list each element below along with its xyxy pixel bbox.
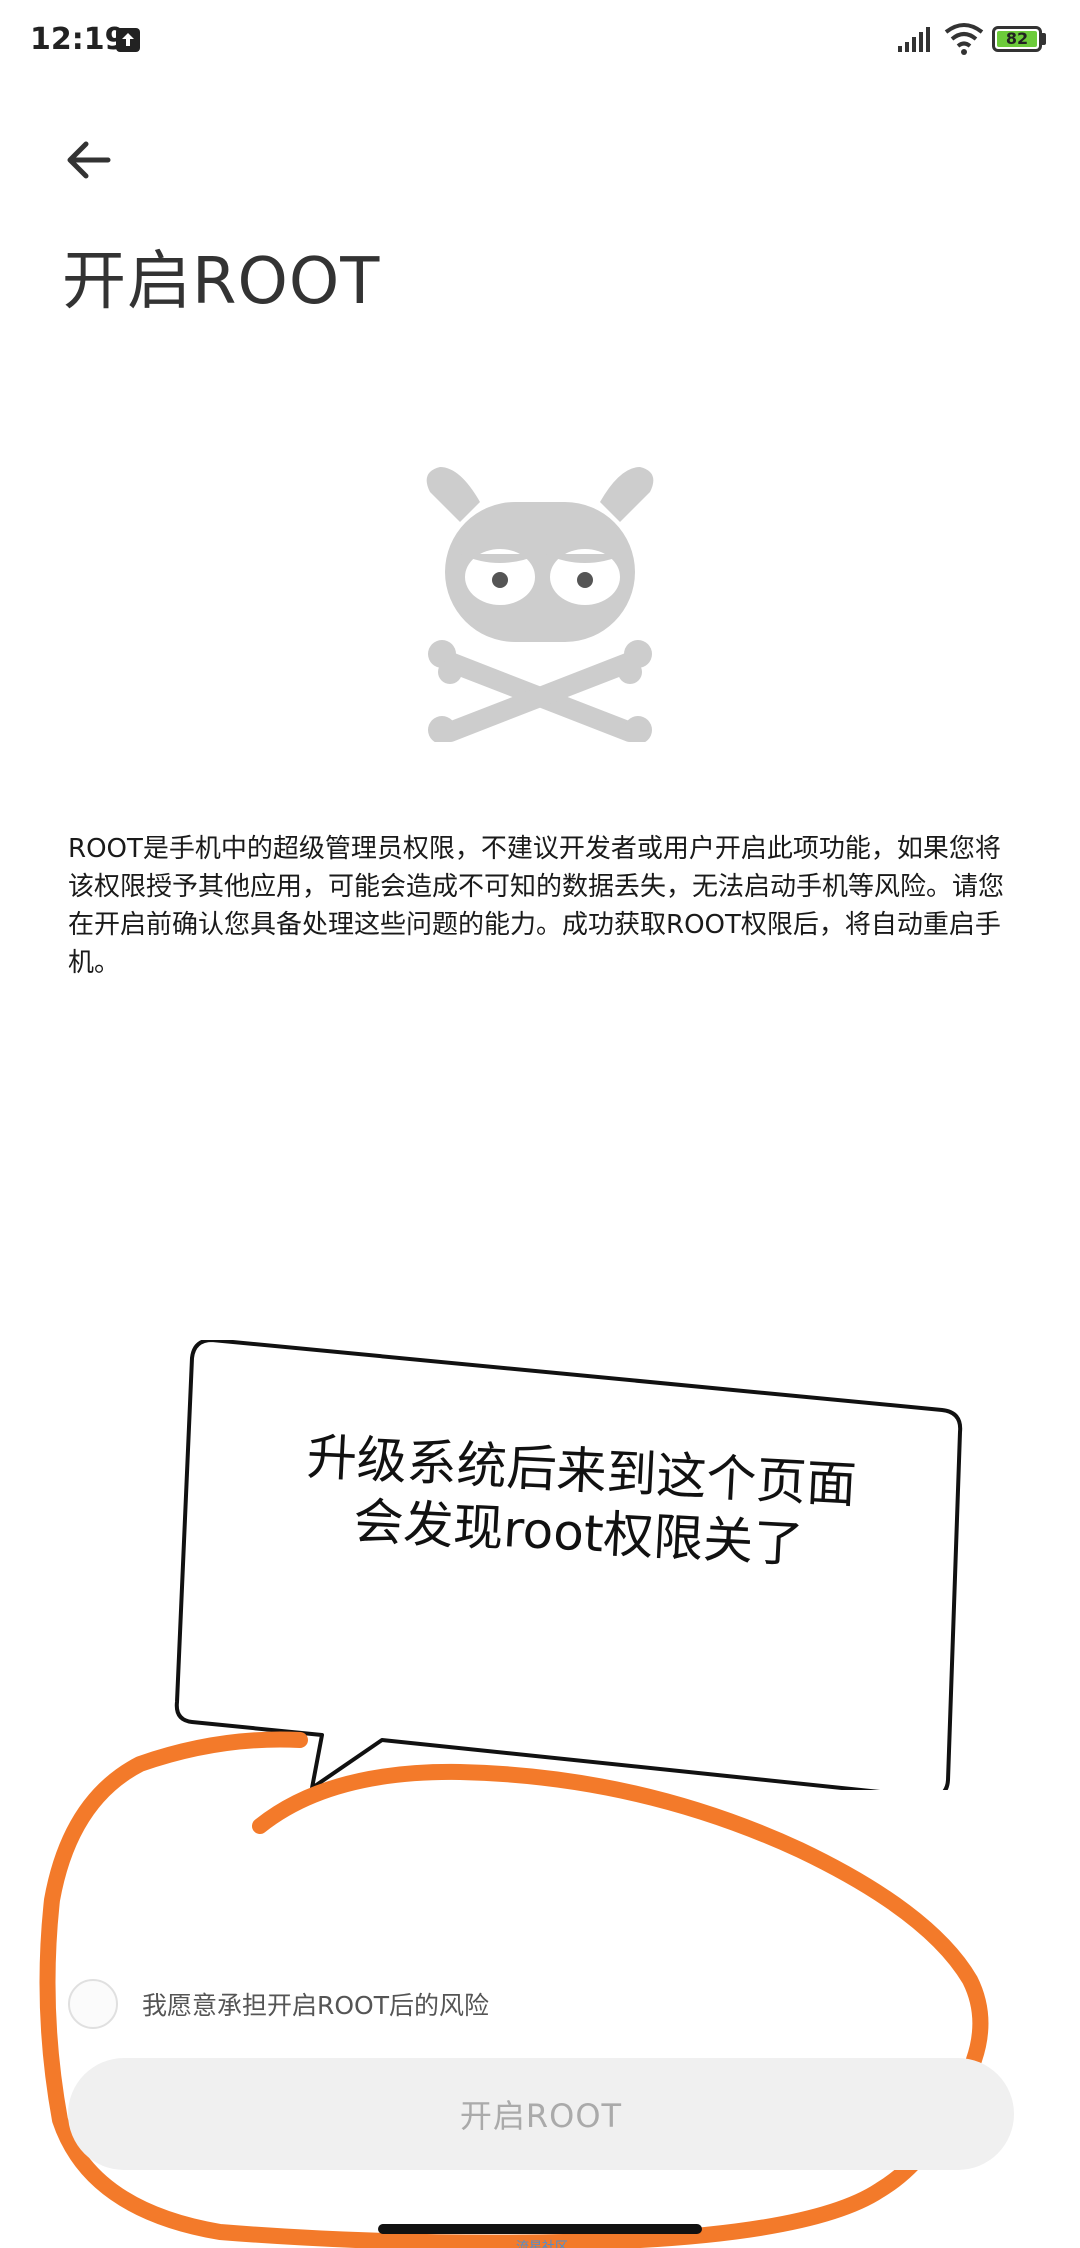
page-title: 开启ROOT: [62, 245, 381, 319]
battery-level: 82: [1005, 29, 1029, 48]
skull-crossbones-mascot-icon: [426, 467, 654, 742]
arrow-left-icon: [67, 141, 111, 179]
enable-root-button[interactable]: 开启ROOT: [68, 2058, 1014, 2170]
risk-description: ROOT是手机中的超级管理员权限，不建议开发者或用户开启此项功能，如果您将该权限…: [68, 834, 1005, 978]
signal-icon: [896, 26, 932, 58]
risk-consent-row[interactable]: 我愿意承担开启ROOT后的风险: [68, 1976, 489, 2032]
upload-icon: [116, 28, 140, 52]
risk-consent-label: 我愿意承担开启ROOT后的风险: [142, 1991, 489, 2020]
orange-circle-annotation: [39, 1731, 989, 2248]
status-bar: 12:19 82: [0, 0, 1080, 84]
watermark: 流星社区: [516, 2240, 569, 2248]
battery-icon: 82: [992, 26, 1042, 52]
wifi-icon: [944, 22, 984, 60]
risk-consent-checkbox[interactable]: [68, 1979, 118, 2029]
status-time: 12:19: [30, 22, 126, 57]
home-indicator[interactable]: [378, 2224, 702, 2234]
root-settings-screen: 12:19 82 开启ROOT ROOT是手机中的超级管理员权限，不建议开发者或…: [0, 0, 1080, 2248]
back-button[interactable]: [60, 130, 130, 190]
